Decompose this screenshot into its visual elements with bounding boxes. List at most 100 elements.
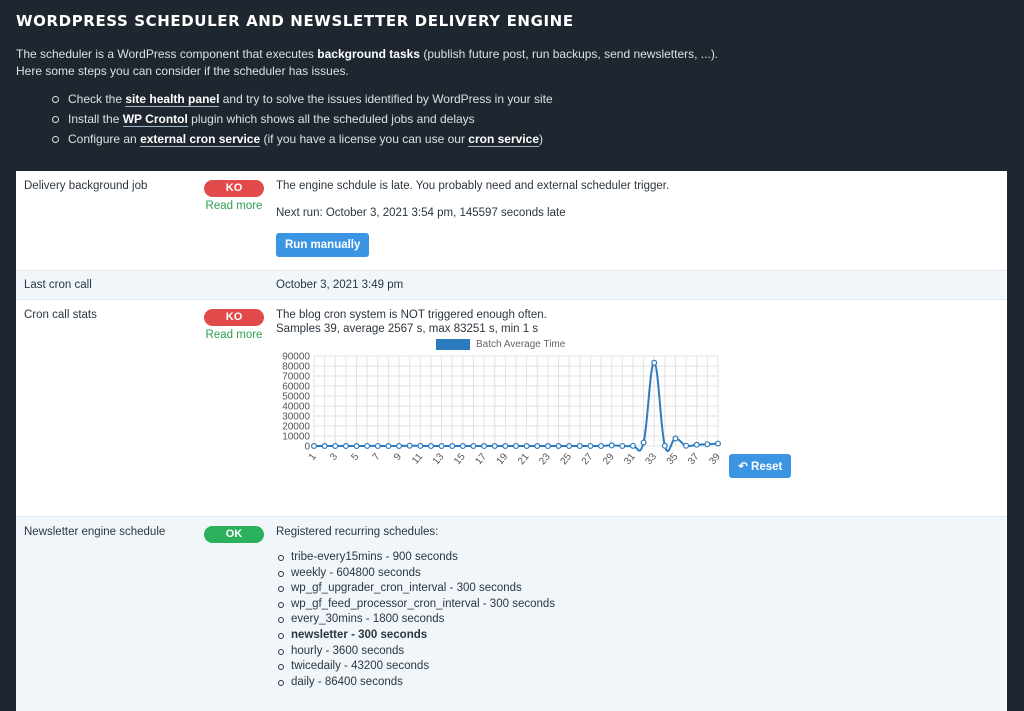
data-point bbox=[385, 442, 392, 449]
intro-line2: Here some steps you can consider if the … bbox=[16, 64, 349, 78]
y-tick-label: 60000 bbox=[282, 382, 310, 393]
row-content: The engine schdule is late. You probably… bbox=[276, 171, 1007, 270]
x-tick-label: 37 bbox=[686, 451, 702, 467]
data-point bbox=[449, 442, 456, 449]
row-label: Cron call stats bbox=[24, 309, 97, 321]
data-point bbox=[470, 442, 477, 449]
schedule-list: tribe-every15mins - 900 seconds weekly - … bbox=[276, 550, 1007, 690]
data-point bbox=[310, 442, 317, 449]
data-point bbox=[629, 442, 636, 449]
x-tick-label: 3 bbox=[328, 451, 340, 463]
data-point bbox=[651, 359, 658, 366]
header: WORDPRESS SCHEDULER AND NEWSLETTER DELIV… bbox=[0, 0, 1024, 149]
status-badge-ko: KO bbox=[204, 309, 264, 326]
row-label: Last cron call bbox=[24, 279, 92, 291]
schedule-item: daily - 86400 seconds bbox=[278, 675, 1007, 691]
data-point bbox=[587, 442, 594, 449]
status-table: Delivery background job KO Read more The… bbox=[16, 171, 1007, 711]
x-tick-label: 33 bbox=[644, 451, 660, 467]
data-point bbox=[427, 442, 434, 449]
y-tick-label: 40000 bbox=[282, 402, 310, 413]
x-tick-label: 13 bbox=[431, 451, 447, 467]
step-item: Install the WP Crontol plugin which show… bbox=[52, 109, 1008, 129]
schedule-item: tribe-every15mins - 900 seconds bbox=[278, 550, 1007, 566]
x-tick-label: 23 bbox=[537, 451, 553, 467]
data-point bbox=[332, 442, 339, 449]
row-cron-stats: Cron call stats KO Read more The blog cr… bbox=[16, 300, 1007, 517]
step-text: ) bbox=[539, 132, 543, 146]
data-point bbox=[491, 442, 498, 449]
y-tick-label: 70000 bbox=[282, 372, 310, 383]
status-cell bbox=[192, 271, 276, 299]
data-point bbox=[353, 442, 360, 449]
schedule-item: twicedaily - 43200 seconds bbox=[278, 659, 1007, 675]
cron-service-link[interactable]: cron service bbox=[468, 132, 539, 147]
last-cron-value: October 3, 2021 3:49 pm bbox=[276, 279, 404, 291]
data-point bbox=[640, 439, 647, 446]
data-point bbox=[374, 442, 381, 449]
data-point bbox=[576, 442, 583, 449]
data-point bbox=[693, 441, 700, 448]
schedule-item: hourly - 3600 seconds bbox=[278, 644, 1007, 660]
site-health-link[interactable]: site health panel bbox=[125, 92, 220, 107]
data-point bbox=[523, 442, 530, 449]
status-cell: OK bbox=[192, 517, 276, 711]
schedule-item: every_30mins - 1800 seconds bbox=[278, 612, 1007, 628]
x-tick-label: 39 bbox=[707, 451, 723, 467]
data-point bbox=[396, 442, 403, 449]
y-tick-label: 50000 bbox=[282, 392, 310, 403]
data-point bbox=[534, 442, 541, 449]
reset-label: Reset bbox=[751, 461, 783, 473]
x-tick-label: 21 bbox=[516, 451, 532, 467]
data-point bbox=[321, 442, 328, 449]
x-tick-label: 35 bbox=[665, 451, 681, 467]
data-point bbox=[364, 442, 371, 449]
schedule-heading: Registered recurring schedules: bbox=[276, 526, 439, 538]
reset-button[interactable]: ↶ Reset bbox=[729, 454, 792, 478]
wp-crontol-link[interactable]: WP Crontol bbox=[122, 112, 188, 127]
schedule-item: wp_gf_feed_processor_cron_interval - 300… bbox=[278, 597, 1007, 613]
data-point bbox=[683, 442, 690, 449]
batch-time-chart: 0100002000030000400005000060000700008000… bbox=[282, 352, 723, 468]
data-point bbox=[513, 442, 520, 449]
y-tick-label: 10000 bbox=[282, 432, 310, 443]
x-tick-label: 17 bbox=[473, 451, 489, 467]
x-tick-label: 27 bbox=[580, 451, 596, 467]
chart-legend: Batch Average Time bbox=[436, 339, 1007, 350]
external-cron-link[interactable]: external cron service bbox=[140, 132, 261, 147]
data-point bbox=[502, 442, 509, 449]
next-run: Next run: October 3, 2021 3:54 pm, 14559… bbox=[276, 207, 566, 219]
status-cell: KO Read more bbox=[192, 171, 276, 270]
data-point bbox=[619, 442, 626, 449]
row-schedule: Newsletter engine schedule OK Registered… bbox=[16, 517, 1007, 711]
status-cell: KO Read more bbox=[192, 300, 276, 516]
schedule-item: newsletter - 300 seconds bbox=[278, 628, 1007, 644]
x-tick-label: 15 bbox=[452, 451, 468, 467]
data-point bbox=[417, 442, 424, 449]
steps-list: Check the site health panel and try to s… bbox=[16, 89, 1008, 149]
legend-swatch bbox=[436, 339, 470, 350]
data-point bbox=[481, 442, 488, 449]
step-item: Configure an external cron service (if y… bbox=[52, 129, 1008, 149]
x-tick-label: 29 bbox=[601, 451, 617, 467]
step-text: and try to solve the issues identified b… bbox=[222, 92, 553, 106]
read-more-link[interactable]: Read more bbox=[192, 329, 276, 341]
data-point bbox=[406, 442, 413, 449]
row-content: Registered recurring schedules: tribe-ev… bbox=[276, 517, 1007, 711]
y-tick-label: 0 bbox=[304, 442, 310, 453]
x-tick-label: 1 bbox=[307, 451, 319, 463]
intro-bold: background tasks bbox=[317, 47, 420, 61]
x-tick-label: 5 bbox=[349, 451, 361, 463]
x-tick-label: 11 bbox=[410, 451, 425, 466]
schedule-item: wp_gf_upgrader_cron_interval - 300 secon… bbox=[278, 581, 1007, 597]
intro-text: The scheduler is a WordPress component t… bbox=[16, 46, 1008, 80]
y-tick-label: 30000 bbox=[282, 412, 310, 423]
status-badge-ok: OK bbox=[204, 526, 264, 543]
data-point bbox=[438, 442, 445, 449]
read-more-link[interactable]: Read more bbox=[192, 200, 276, 212]
run-manually-button[interactable]: Run manually bbox=[276, 233, 370, 257]
x-tick-label: 9 bbox=[392, 451, 404, 463]
step-text: Check the bbox=[68, 92, 123, 106]
x-tick-label: 31 bbox=[622, 451, 638, 467]
row-label: Delivery background job bbox=[24, 180, 148, 192]
